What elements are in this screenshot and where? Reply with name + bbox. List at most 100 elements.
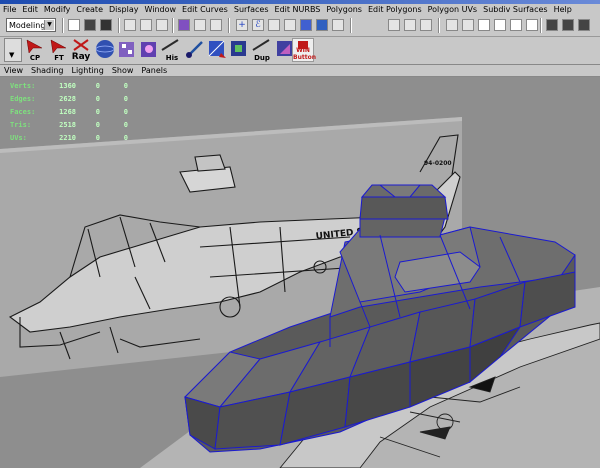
menu-edit-nurbs[interactable]: Edit NURBS	[272, 4, 324, 16]
select-object-icon[interactable]	[140, 19, 152, 31]
menu-edit-curves[interactable]: Edit Curves	[179, 4, 231, 16]
ipr-render-icon[interactable]	[404, 19, 416, 31]
main-menu-bar: File Edit Modify Create Display Window E…	[0, 4, 600, 16]
save-scene-icon[interactable]	[100, 19, 112, 31]
snap-point-icon[interactable]	[268, 19, 280, 31]
make-live-icon[interactable]	[316, 19, 328, 31]
shelf-button-cube-a[interactable]	[116, 38, 138, 62]
poly-count-hud: Verts: 1360 0 0 Edges: 2628 0 0 Faces: 1…	[10, 79, 128, 144]
menu-polygons[interactable]: Polygons	[323, 4, 365, 16]
divider	[438, 18, 440, 33]
open-scene-icon[interactable]	[84, 19, 96, 31]
attribute-editor-icon[interactable]	[562, 19, 574, 31]
sphere-icon	[95, 40, 115, 58]
panel-menu-lighting[interactable]: Lighting	[67, 65, 107, 76]
ft-icon	[50, 39, 67, 54]
cp-icon	[26, 39, 43, 54]
shelf-tab-menu[interactable]: ▼	[4, 38, 22, 62]
snap-surface-icon[interactable]	[300, 19, 312, 31]
shelf-button-extrude[interactable]	[228, 38, 250, 62]
tool-settings-icon[interactable]	[578, 19, 590, 31]
hud-label: Edges:	[10, 94, 36, 103]
hud-label: Tris:	[10, 120, 32, 129]
menu-surfaces[interactable]: Surfaces	[231, 4, 272, 16]
menu-display[interactable]: Display	[106, 4, 142, 16]
pick-mask-icon[interactable]	[210, 19, 222, 31]
shelf-button-split[interactable]	[206, 38, 228, 62]
snap-curve-icon[interactable]: ℰ	[252, 19, 264, 31]
menu-window[interactable]: Window	[142, 4, 180, 16]
snap-grid-icon[interactable]: +	[236, 19, 248, 31]
hud-row-verts: Verts: 1360 0 0	[10, 79, 128, 92]
render-globals-icon[interactable]	[420, 19, 432, 31]
divider	[62, 18, 64, 33]
menu-set-value: Modeling	[9, 21, 46, 30]
hud-value: 0	[123, 133, 128, 142]
mask-icon[interactable]	[178, 19, 190, 31]
menu-file[interactable]: File	[0, 4, 19, 16]
hud-value: 2518	[59, 120, 76, 129]
shelf-button-dup[interactable]: Dup	[250, 38, 274, 62]
rename-field-icon[interactable]	[526, 19, 538, 31]
menu-edit-polygons[interactable]: Edit Polygons	[365, 4, 425, 16]
panel-menu-show[interactable]: Show	[108, 65, 138, 76]
select-hierarchy-icon[interactable]	[124, 19, 136, 31]
menu-help[interactable]: Help	[551, 4, 575, 16]
shelf-button-ft[interactable]: FT	[48, 38, 70, 62]
divider	[540, 18, 542, 33]
new-scene-icon[interactable]	[68, 19, 80, 31]
hud-value: 0	[95, 133, 100, 142]
menu-set-dropdown[interactable]: Modeling ▼	[6, 18, 56, 32]
shelf-button-brush[interactable]	[184, 38, 206, 62]
hud-value: 1360	[59, 81, 76, 90]
ray-icon	[73, 39, 89, 51]
shelf-button-win[interactable]: WIN Button	[292, 38, 316, 62]
shelf-button-cp[interactable]: CP	[24, 38, 46, 62]
hud-value: 2628	[59, 94, 76, 103]
panel-menu-panels[interactable]: Panels	[137, 65, 171, 76]
shelf-button-his[interactable]: His	[160, 38, 184, 62]
pick-mask-icon[interactable]	[194, 19, 206, 31]
hud-value: 0	[123, 81, 128, 90]
menu-subdiv-surfaces[interactable]: Subdiv Surfaces	[480, 4, 550, 16]
hud-value: 0	[95, 120, 100, 129]
rename-field-icon[interactable]	[494, 19, 506, 31]
poly-cube-icon	[119, 42, 134, 57]
divider	[118, 18, 120, 33]
divider	[228, 18, 230, 33]
brush-icon	[186, 41, 203, 58]
menu-polygon-uvs[interactable]: Polygon UVs	[425, 4, 480, 16]
menu-edit[interactable]: Edit	[19, 4, 41, 16]
rename-field-icon[interactable]	[510, 19, 522, 31]
render-icon[interactable]	[388, 19, 400, 31]
shelf-button-label: WIN Button	[293, 47, 316, 61]
hud-label: Verts:	[10, 81, 36, 90]
construction-history-icon[interactable]	[332, 19, 344, 31]
rename-field-icon[interactable]	[478, 19, 490, 31]
panel-menu-view[interactable]: View	[0, 65, 27, 76]
input-field-icon[interactable]	[446, 19, 458, 31]
shelf-button-ray[interactable]: Ray	[70, 38, 92, 62]
panel-menu-shading[interactable]: Shading	[27, 65, 68, 76]
3d-viewport[interactable]: UNITED STATES 94-0200 Verts: 1360 0 0 Ed…	[0, 77, 600, 468]
input-field-icon[interactable]	[462, 19, 474, 31]
snap-view-icon[interactable]	[284, 19, 296, 31]
menu-modify[interactable]: Modify	[41, 4, 74, 16]
hud-value: 0	[123, 107, 128, 116]
select-component-icon[interactable]	[156, 19, 168, 31]
shelf-button-label: Ray	[71, 52, 91, 62]
dup-icon	[252, 39, 270, 51]
shelf-button-sphere[interactable]	[94, 38, 116, 62]
hud-value: 0	[123, 120, 128, 129]
hud-row-uvs: UVs: 2210 0 0	[10, 131, 128, 144]
shelf-button-label: FT	[54, 54, 64, 62]
extrude-icon	[231, 41, 246, 56]
hud-value: 0	[95, 81, 100, 90]
split-polygon-icon	[208, 40, 226, 58]
shelf-button-cube-b[interactable]	[138, 38, 160, 62]
shelf-button-label: His	[165, 54, 179, 62]
chevron-down-icon: ▼	[9, 51, 15, 59]
his-icon	[161, 39, 179, 51]
channel-box-icon[interactable]	[546, 19, 558, 31]
menu-create[interactable]: Create	[73, 4, 106, 16]
